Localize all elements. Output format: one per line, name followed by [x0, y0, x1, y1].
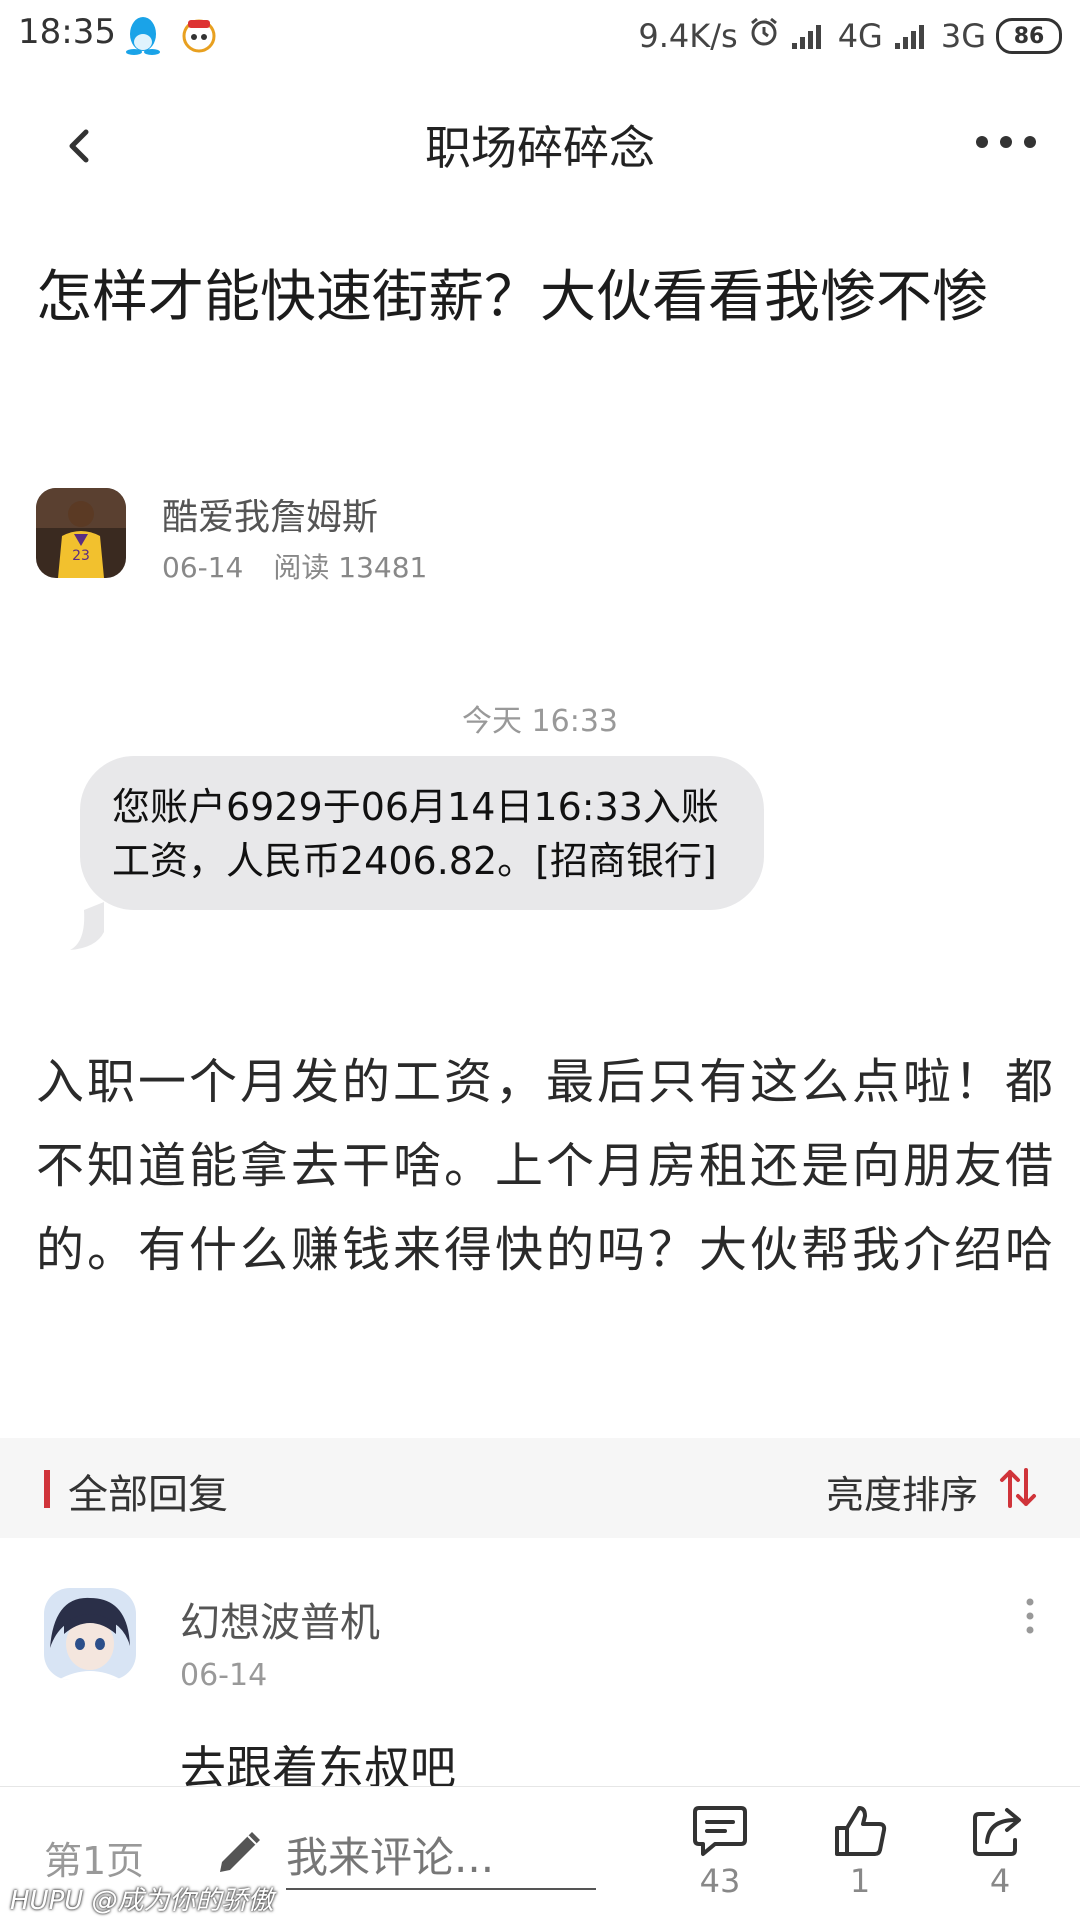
author-avatar[interactable]: 23: [36, 488, 126, 578]
comment-bubble-icon: [693, 1806, 747, 1856]
sort-button[interactable]: 亮度排序: [826, 1464, 978, 1519]
page-indicator[interactable]: 第1页: [44, 1830, 144, 1885]
comments-count: 43: [699, 1862, 741, 1900]
sms-bubble: 您账户6929于06月14日16:33入账工资，人民币2406.82。[招商银行…: [80, 756, 764, 910]
status-indicators: 9.4K/s 4G 3G 86: [638, 12, 1062, 60]
svg-text:23: 23: [72, 548, 90, 564]
back-button[interactable]: [56, 118, 104, 174]
qq-penguin-icon: [124, 12, 162, 56]
more-button[interactable]: [974, 128, 1038, 156]
post-meta: 06-14 阅读 13481: [162, 546, 427, 586]
reply-avatar[interactable]: [44, 1588, 136, 1680]
alarm-icon: [748, 16, 780, 56]
battery-icon: 86: [996, 18, 1062, 54]
sort-arrows-icon[interactable]: [998, 1466, 1038, 1510]
status-bar: 18:35 9.4K/s 4G 3G 86: [0, 0, 1080, 72]
reply-menu-button[interactable]: [1024, 1596, 1036, 1636]
comments-button[interactable]: 43: [670, 1804, 770, 1900]
author-name[interactable]: 酷爱我詹姆斯: [162, 488, 378, 540]
comment-input[interactable]: [286, 1826, 596, 1890]
reply-date: 06-14: [180, 1658, 268, 1693]
section-marker: [44, 1470, 50, 1508]
share-button[interactable]: 4: [950, 1804, 1050, 1900]
signal-icon: [790, 21, 828, 51]
net-speed: 9.4K/s: [638, 17, 738, 55]
likes-count: 1: [849, 1862, 871, 1900]
pen-icon: [212, 1826, 266, 1880]
signal-icon: [893, 21, 931, 51]
app-notification-icon: [180, 16, 218, 54]
network-type-1: 4G: [837, 17, 883, 55]
network-type-2: 3G: [940, 17, 986, 55]
like-button[interactable]: 1: [810, 1804, 910, 1900]
post-body: 入职一个月发的工资，最后只有这么点啦！都不知道能拿去干啥。上个月房租还是向朋友借…: [36, 1054, 1057, 1278]
more-vertical-icon: [1026, 1598, 1034, 1634]
replies-title: 全部回复: [68, 1472, 228, 1518]
more-dots-icon: [976, 136, 1036, 148]
sms-bubble-tail: [66, 902, 106, 952]
post-views: 阅读 13481: [273, 551, 428, 584]
reply-username[interactable]: 幻想波普机: [180, 1590, 380, 1648]
share-icon: [973, 1808, 1021, 1856]
sms-timestamp: 今天 16:33: [462, 704, 618, 739]
post-date: 06-14: [162, 551, 244, 584]
thumbs-up-icon: [835, 1806, 887, 1856]
status-time: 18:35: [18, 12, 116, 52]
chevron-left-icon: [69, 129, 89, 163]
watermark: HUPU @成为你的骄傲: [10, 1886, 274, 1916]
shares-count: 4: [989, 1862, 1011, 1900]
post-title: 怎样才能快速街薪？大伙看看我惨不惨: [36, 265, 988, 330]
page-title: 职场碎碎念: [425, 121, 655, 175]
